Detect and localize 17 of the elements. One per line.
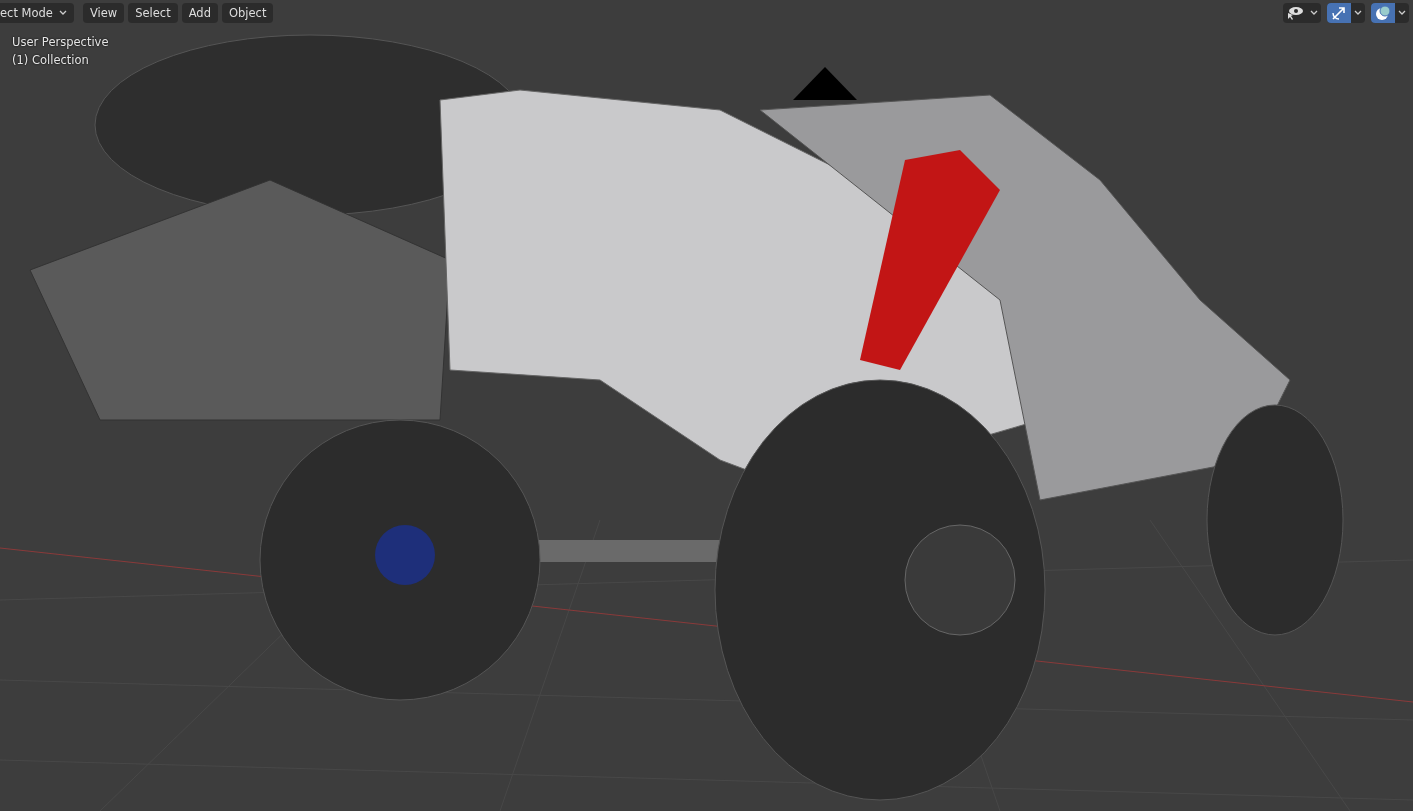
mode-dropdown[interactable]: ect Mode [0,3,74,23]
chevron-down-icon [1310,10,1318,16]
eye-cursor-icon [1286,5,1304,21]
overlapping-circles-icon [1374,5,1392,21]
gizmo-arrow-icon [1330,5,1348,21]
menu-button[interactable]: Object [221,3,274,23]
chevron-down-icon [1398,10,1406,16]
viewport-info-text: (1) Collection [12,52,90,69]
menu-button[interactable]: Add [181,3,218,23]
chevron-down-icon [1354,10,1362,16]
3d-viewport[interactable]: ect Mode View Select Add Object User Perspective (1) Collection [0,0,1413,811]
viewport-info-text: User Perspective [12,34,109,51]
menu-button[interactable]: Select [128,3,178,23]
toggle-button[interactable] [1371,3,1395,23]
menu-button[interactable]: View [82,3,125,23]
chevron-down-icon [58,10,67,16]
toggle-button[interactable] [1327,3,1351,23]
